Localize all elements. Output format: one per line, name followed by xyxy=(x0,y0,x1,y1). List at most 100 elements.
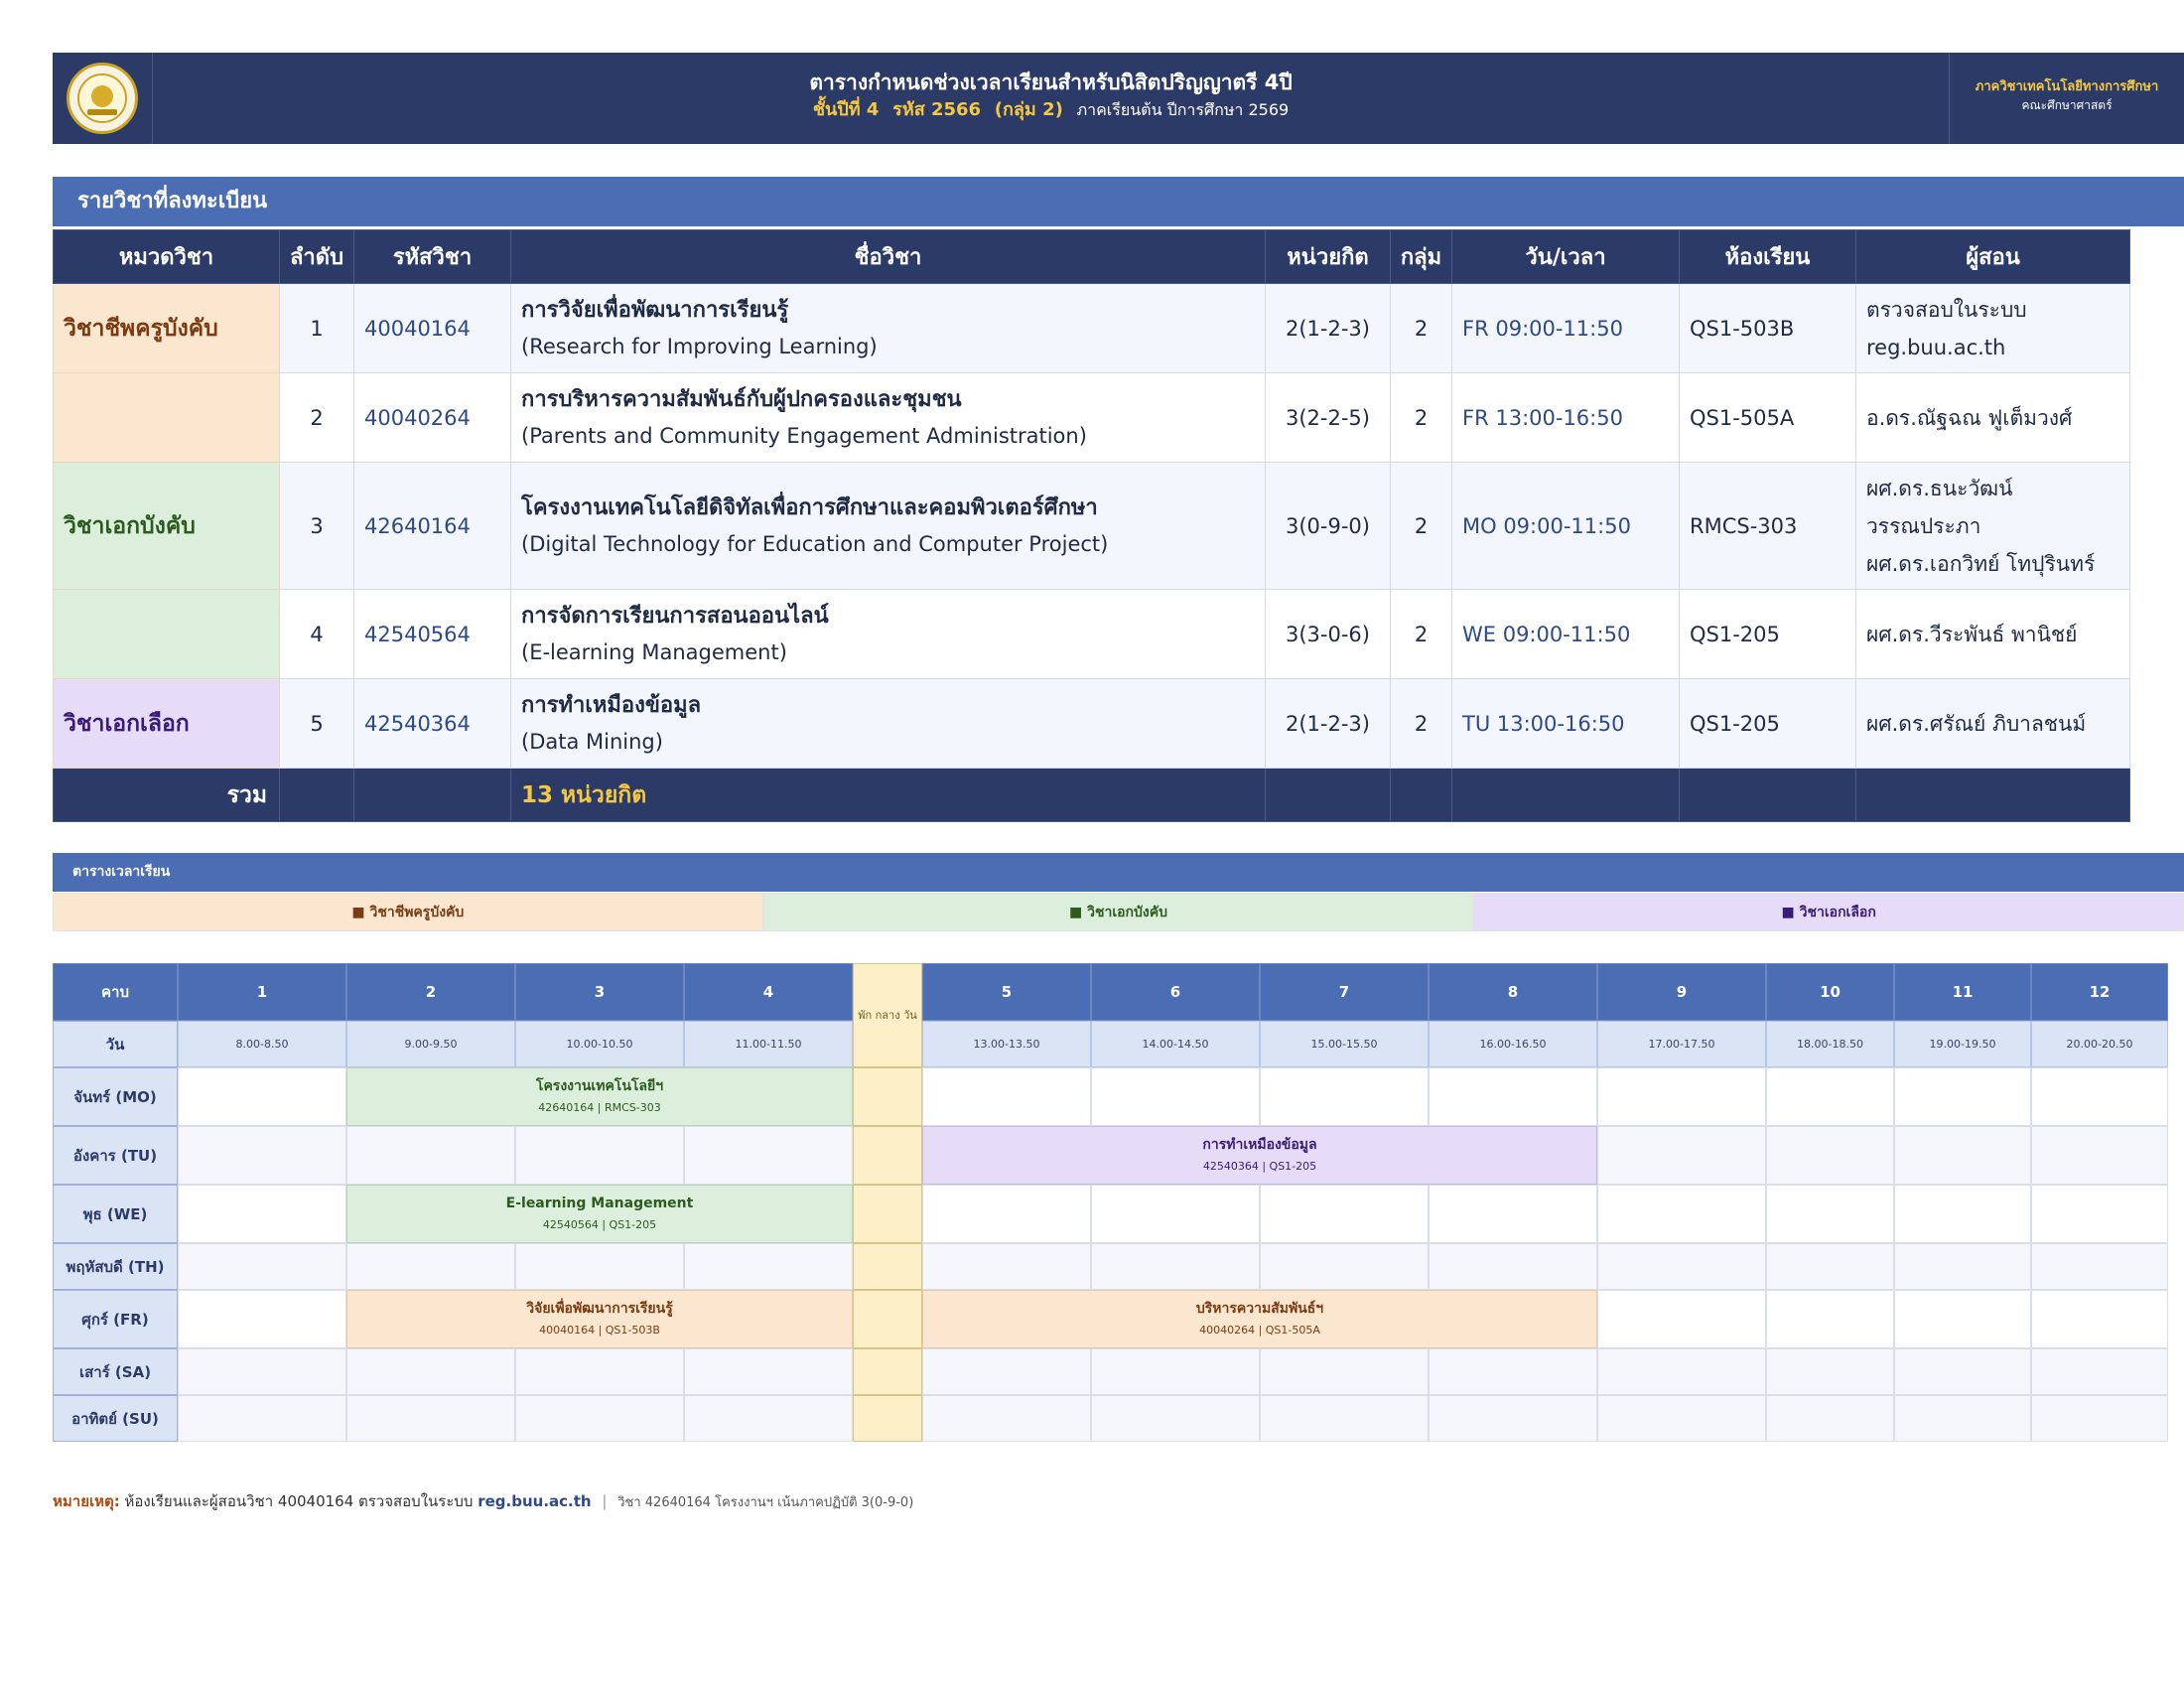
course-instructor: อ.ดร.ณัฐฉณ ฟูเต็มวงศ์ xyxy=(1855,372,2130,463)
course-code: 42540564 xyxy=(353,589,511,679)
empty-slot xyxy=(1260,1348,1429,1395)
period-time: 11.00-11.50 xyxy=(684,1021,853,1067)
instructor-line: ผศ.ดร.ศรัณย์ ภิบาลชนม์ xyxy=(1866,711,2087,736)
university-seal-icon xyxy=(67,63,138,134)
empty-slot xyxy=(2031,1290,2168,1348)
empty-slot xyxy=(2031,1067,2168,1126)
period-header-label: คาบ xyxy=(53,963,178,1021)
category-cell: วิชาชีพครูบังคับ xyxy=(53,283,280,373)
empty-slot xyxy=(922,1395,1091,1442)
day-label: พฤหัสบดี (TH) xyxy=(53,1243,178,1290)
course-code: 42640164 xyxy=(353,462,511,590)
instructor-line: อ.ดร.ณัฐฉณ ฟูเต็มวงศ์ xyxy=(1866,405,2073,430)
class-block: โครงงานเทคโนโลยีฯ 42640164 | RMCS-303 xyxy=(346,1067,853,1126)
course-instructor: ผศ.ดร.วีระพันธ์ พานิชย์ xyxy=(1855,589,2130,679)
empty-slot xyxy=(684,1348,853,1395)
period-header: 12 xyxy=(2031,963,2168,1021)
empty-slot xyxy=(1894,1395,2031,1442)
instructor-line: ผศ.ดร.เอกวิทย์ โทปุรินทร์ xyxy=(1866,551,2096,576)
courses-section-title: รายวิชาที่ลงทะเบียน xyxy=(53,177,2184,226)
empty-slot xyxy=(1766,1395,1894,1442)
course-name-en: (Research for Improving Learning) xyxy=(521,334,878,358)
course-time: TU 13:00-16:50 xyxy=(1451,678,1680,769)
class-block-detail: 40040264 | QS1-505A xyxy=(1199,1323,1320,1336)
legend-prof: ■ วิชาชีพครูบังคับ xyxy=(53,893,763,931)
empty-slot xyxy=(1597,1348,1766,1395)
course-room: RMCS-303 xyxy=(1679,462,1856,590)
instructor-line: ผศ.ดร.ธนะวัฒน์ xyxy=(1866,476,2013,500)
empty-slot xyxy=(1766,1126,1894,1185)
empty-slot xyxy=(1894,1067,2031,1126)
period-header: 2 xyxy=(346,963,515,1021)
empty-slot xyxy=(515,1126,684,1185)
day-header-label: วัน xyxy=(53,1021,178,1067)
courses-header-row: หมวดวิชา ลำดับ รหัสวิชา ชื่อวิชา หน่วยกิ… xyxy=(53,229,2130,284)
category-cell: วิชาเอกบังคับ xyxy=(53,462,280,590)
period-time: 14.00-14.50 xyxy=(1091,1021,1260,1067)
lunch-break-cell xyxy=(853,1348,922,1395)
instructor-line: ผศ.ดร.วีระพันธ์ พานิชย์ xyxy=(1866,622,2078,646)
empty-slot xyxy=(346,1395,515,1442)
course-name: การบริหารความสัมพันธ์กับผู้ปกครองและชุมช… xyxy=(510,372,1266,463)
class-block-detail: 42540564 | QS1-205 xyxy=(542,1217,657,1231)
course-name-th: การจัดการเรียนการสอนออนไลน์ xyxy=(521,603,829,629)
col-name: ชื่อวิชา xyxy=(510,229,1266,284)
period-header: 1 xyxy=(178,963,346,1021)
empty-slot xyxy=(178,1395,346,1442)
empty-slot xyxy=(1429,1243,1597,1290)
note-separator: | xyxy=(602,1492,608,1510)
course-group: 2 xyxy=(1390,589,1452,679)
empty-slot xyxy=(1091,1185,1260,1243)
course-no: 5 xyxy=(279,678,354,769)
legend-elective: ■ วิชาเอกเลือก xyxy=(1473,893,2184,931)
course-no: 4 xyxy=(279,589,354,679)
total-label: รวม xyxy=(53,768,280,822)
empty-slot xyxy=(1894,1185,2031,1243)
table-row: 2 40040264 การบริหารความสัมพันธ์กับผู้ปก… xyxy=(53,372,2130,463)
empty-slot xyxy=(178,1243,346,1290)
empty-slot xyxy=(1766,1067,1894,1126)
empty-slot xyxy=(1766,1290,1894,1348)
course-name: โครงงานเทคโนโลยีดิจิทัลเพื่อการศึกษาและค… xyxy=(510,462,1266,590)
period-header: 8 xyxy=(1429,963,1597,1021)
table-row: 4 42540564 การจัดการเรียนการสอนออนไลน์ (… xyxy=(53,589,2130,679)
period-time: 8.00-8.50 xyxy=(178,1021,346,1067)
period-time: 15.00-15.50 xyxy=(1260,1021,1429,1067)
period-time: 9.00-9.50 xyxy=(346,1021,515,1067)
empty-slot xyxy=(1894,1290,2031,1348)
lunch-break-cell xyxy=(853,1126,922,1185)
empty-slot xyxy=(2031,1126,2168,1185)
reg-link[interactable]: reg.buu.ac.th xyxy=(478,1492,591,1510)
course-time: WE 09:00-11:50 xyxy=(1451,589,1680,679)
lunch-break-cell xyxy=(853,1290,922,1348)
empty-slot xyxy=(1894,1126,2031,1185)
course-name-en: (E-learning Management) xyxy=(521,639,787,664)
empty-slot xyxy=(922,1348,1091,1395)
empty-slot xyxy=(1597,1185,1766,1243)
period-time: 20.00-20.50 xyxy=(2031,1021,2168,1067)
empty-slot xyxy=(922,1243,1091,1290)
empty-slot xyxy=(178,1185,346,1243)
period-time: 17.00-17.50 xyxy=(1597,1021,1766,1067)
period-header: 9 xyxy=(1597,963,1766,1021)
note-text-2: วิชา 42640164 โครงงานฯ เน้นภาคปฏิบัติ 3(… xyxy=(617,1495,914,1510)
empty-slot xyxy=(1091,1243,1260,1290)
empty-slot xyxy=(1429,1067,1597,1126)
period-time: 16.00-16.50 xyxy=(1429,1021,1597,1067)
table-row: วิชาเอกบังคับ 3 42640164 โครงงานเทคโนโลย… xyxy=(53,462,2130,590)
timetable-legend: ■ วิชาชีพครูบังคับ ■ วิชาเอกบังคับ ■ วิช… xyxy=(53,893,2184,931)
semester-label: ภาคเรียนต้น ปีการศึกษา 2569 xyxy=(1076,100,1290,119)
course-code: 40040164 xyxy=(353,283,511,373)
empty-slot xyxy=(1260,1395,1429,1442)
course-group: 2 xyxy=(1390,462,1452,590)
lunch-break-cell xyxy=(853,1185,922,1243)
note-text: ห้องเรียนและผู้สอนวิชา 40040164 ตรวจสอบใ… xyxy=(124,1492,474,1510)
table-row: วิชาชีพครูบังคับ 1 40040164 การวิจัยเพื่… xyxy=(53,283,2130,373)
empty-slot xyxy=(1894,1348,2031,1395)
empty-slot xyxy=(1766,1185,1894,1243)
course-name-th: การวิจัยเพื่อพัฒนาการเรียนรู้ xyxy=(521,297,789,323)
empty-slot xyxy=(1091,1067,1260,1126)
course-no: 2 xyxy=(279,372,354,463)
col-credits: หน่วยกิต xyxy=(1265,229,1391,284)
empty-slot xyxy=(1260,1243,1429,1290)
